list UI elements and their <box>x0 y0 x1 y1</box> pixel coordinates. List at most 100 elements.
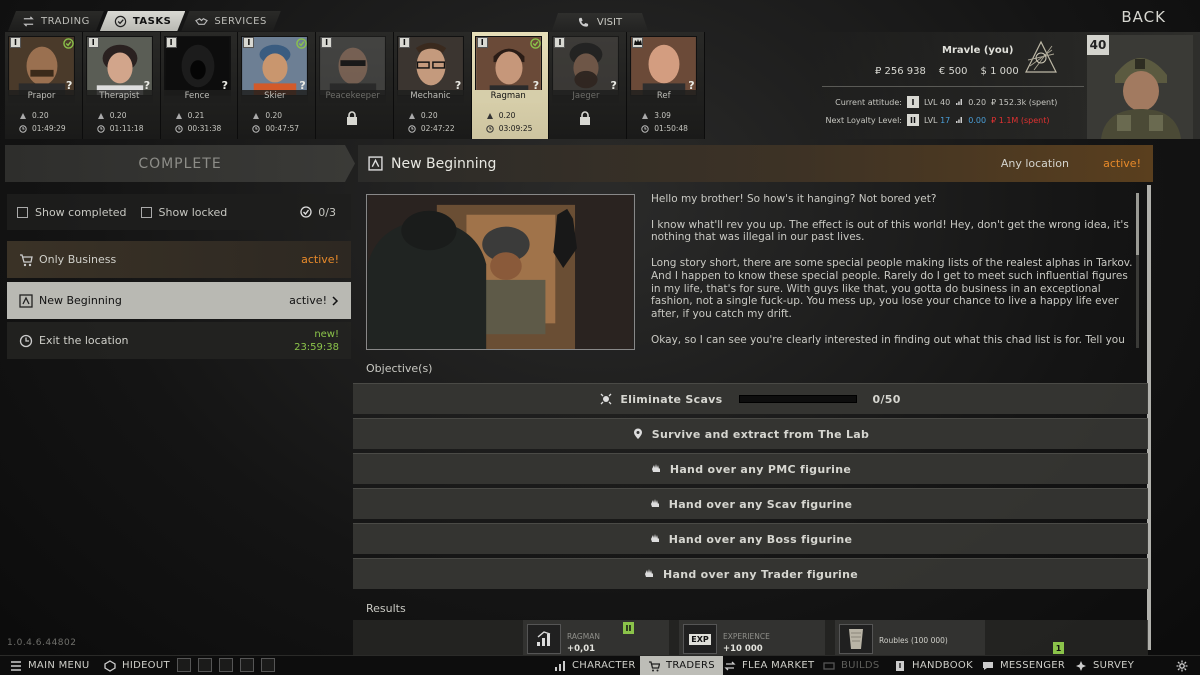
item-count-badge: 1 <box>1053 642 1064 654</box>
traders-button[interactable]: TRADERS <box>640 656 723 675</box>
survey-label: SURVEY <box>1093 660 1135 671</box>
phone-icon <box>578 17 589 28</box>
trader-timer: 01:50:48 <box>641 124 688 133</box>
tab-tasks[interactable]: TASKS <box>100 11 185 31</box>
quest-status: active! <box>1103 157 1141 170</box>
trader-card-therapist[interactable]: I ? Therapist 0.20 01:11:18 <box>82 32 161 139</box>
description-scrollbar-thumb[interactable] <box>1136 193 1139 255</box>
tasks-icon <box>114 15 127 28</box>
trader-level-badge: I <box>554 37 566 48</box>
character-button[interactable]: CHARACTER <box>554 656 636 675</box>
reward-roubles[interactable]: Roubles (100 000) 1 <box>835 620 1064 656</box>
trader-name: Jaeger <box>552 90 620 103</box>
show-completed-label: Show completed <box>35 205 127 219</box>
trader-card-fence[interactable]: I ? Fence 0.21 00:31:38 <box>160 32 239 139</box>
quest-item-new-beginning[interactable]: New Beginning active! <box>7 282 351 319</box>
checkbox[interactable] <box>17 206 28 218</box>
messenger-button[interactable]: MESSENGER <box>982 656 1065 675</box>
reward-experience[interactable]: EXP EXPERIENCE +10 000 <box>679 620 825 656</box>
location-pin-icon <box>633 428 642 439</box>
objective-text: Hand over any PMC figurine <box>669 462 852 476</box>
character-label: CHARACTER <box>572 660 636 671</box>
flea-market-button[interactable]: FLEA MARKET <box>724 656 814 675</box>
menu-icon <box>11 660 21 671</box>
trading-icon <box>22 15 35 28</box>
crown-icon <box>632 37 644 48</box>
trader-card-peacekeeper[interactable]: I Peacekeeper <box>316 32 394 139</box>
roubles-value: ₽ 256 938 <box>875 66 926 77</box>
reward-label: EXPERIENCE <box>723 632 770 641</box>
trader-card-skier[interactable]: I ? Skier 0.20 00:47:57 <box>238 32 317 139</box>
handbook-button[interactable]: HANDBOOK <box>894 656 973 675</box>
trader-standing: 0.21 <box>175 111 204 120</box>
trader-name: Ref <box>630 90 698 103</box>
trader-standing: 0.20 <box>486 111 515 120</box>
trader-timer-value: 01:50:48 <box>654 124 688 133</box>
complete-button[interactable]: COMPLETE <box>5 145 355 182</box>
trader-card-jaeger[interactable]: I ? Jaeger <box>549 32 628 139</box>
standing-icon <box>97 112 104 119</box>
reward-label: RAGMAN <box>567 632 600 641</box>
current-standing: 0.20 <box>968 97 987 107</box>
main-menu-button[interactable]: MAIN MENU <box>10 656 90 675</box>
trader-standing: 0.20 <box>19 111 49 120</box>
quest-item-exit-location[interactable]: Exit the location new! 23:59:38 <box>7 322 351 359</box>
quick-slot-add-icon[interactable] <box>240 658 254 672</box>
trader-standing-value: 0.20 <box>32 111 49 120</box>
trader-standing: 0.20 <box>408 111 438 120</box>
objective-boss-figurine: Hand over any Boss figurine <box>353 523 1148 554</box>
show-completed-checkbox[interactable]: Show completed <box>17 206 127 219</box>
dollars-value: $ 1 000 <box>980 66 1019 77</box>
current-attitude-label: Current attitude: <box>835 97 902 107</box>
checkbox[interactable] <box>140 206 152 218</box>
trader-card-mechanic[interactable]: I ? Mechanic 0.20 02:47:22 <box>393 32 472 139</box>
current-spent: ₽ 152.3k (spent) <box>991 97 1058 107</box>
tab-trading[interactable]: TRADING <box>8 11 104 31</box>
objective-scav-figurine: Hand over any Scav figurine <box>353 488 1148 519</box>
trader-standing-value: 3.09 <box>654 111 671 120</box>
settings-button[interactable] <box>1176 656 1188 675</box>
loyalty-level-badge: I <box>907 96 919 108</box>
exp-icon-text: EXP <box>689 633 711 645</box>
description-paragraph: I know what'll rev you up. The effect is… <box>651 218 1129 244</box>
quick-slot-add-icon[interactable] <box>261 658 275 672</box>
clock-icon <box>408 124 416 133</box>
quest-item-only-business[interactable]: Only Business active! <box>7 241 351 278</box>
quest-location: Any location <box>1000 157 1069 170</box>
trader-card-prapor[interactable]: I ? Prapor 0.20 01:49:29 <box>5 32 83 139</box>
objective-eliminate-scavs: Eliminate Scavs 0/50 <box>353 383 1148 414</box>
quick-slot-skull-icon[interactable] <box>177 658 191 672</box>
survey-button[interactable]: SURVEY <box>1075 656 1134 675</box>
standing-up-icon <box>527 624 561 654</box>
trader-name: Mechanic <box>396 90 464 103</box>
back-button[interactable]: BACK <box>1121 8 1166 26</box>
show-locked-checkbox[interactable]: Show locked <box>140 206 227 219</box>
trader-card-ragman[interactable]: I ? Ragman 0.20 03:09:25 <box>471 32 550 139</box>
trader-standing: 0.20 <box>97 111 126 120</box>
clock-icon <box>19 334 33 347</box>
tab-services-label: SERVICES <box>214 15 267 27</box>
hideout-button[interactable]: HIDEOUT <box>104 656 170 675</box>
clock-icon <box>97 124 105 133</box>
trader-timer-value: 01:49:29 <box>32 124 66 133</box>
quest-count: 0/3 <box>300 206 336 219</box>
trader-level-badge: I <box>243 37 255 48</box>
objective-text: Hand over any Boss figurine <box>668 532 853 546</box>
hand-icon <box>644 569 653 577</box>
next-loyalty-row: Next Loyalty Level: II LVL 17 0.00 ₽ 1.1… <box>800 114 1049 126</box>
quest-status-new: new! <box>314 328 339 340</box>
builds-button[interactable]: BUILDS <box>823 656 880 675</box>
reward-ragman-standing[interactable]: RAGMAN +0,01 II <box>523 620 669 656</box>
messenger-icon <box>983 661 993 670</box>
quick-slot-add-icon[interactable] <box>219 658 233 672</box>
reward-value: +10 000 <box>723 644 763 654</box>
trader-timer: 00:47:57 <box>252 124 299 133</box>
objective-trader-figurine: Hand over any Trader figurine <box>353 558 1148 589</box>
visit-tab[interactable]: VISIT <box>552 13 648 31</box>
trader-level-badge: I <box>165 37 177 48</box>
trader-card-ref[interactable]: ? Ref 3.09 01:50:48 <box>627 32 706 139</box>
trader-name: Fence <box>163 90 231 103</box>
quick-slot-add-icon[interactable] <box>198 658 212 672</box>
top-tabs: TRADING TASKS SERVICES <box>8 11 277 31</box>
tab-services[interactable]: SERVICES <box>181 11 281 31</box>
